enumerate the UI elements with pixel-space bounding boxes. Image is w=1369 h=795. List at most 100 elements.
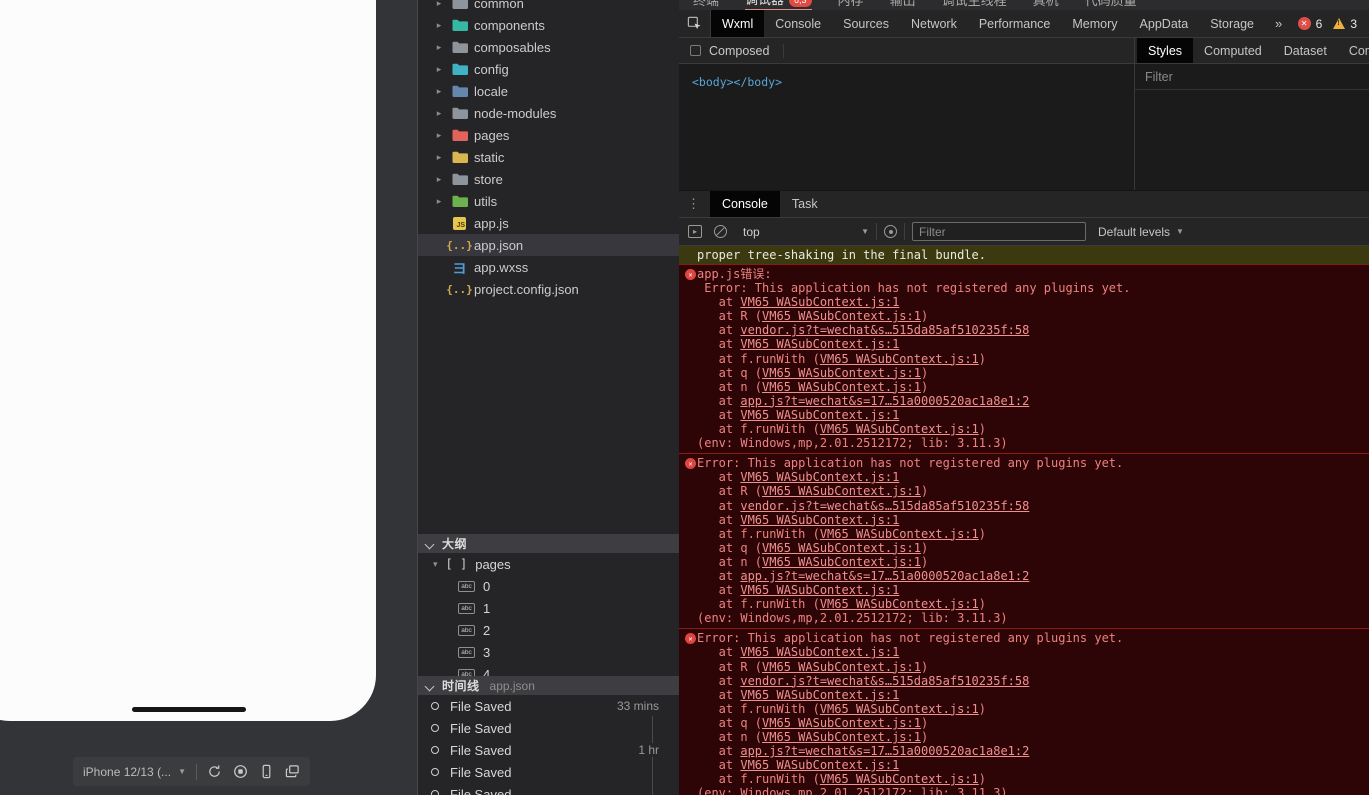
tab-appdata[interactable]: AppData [1129,10,1200,37]
file-tree-item-composables[interactable]: ▸ composables [418,36,679,58]
outline-item-pages[interactable]: ▾ [ ] pages [418,553,679,575]
tab-console[interactable]: Console [764,10,832,37]
stack-trace-link[interactable]: VM65 WASubContext.js:1 [762,555,921,569]
file-tree-item-components[interactable]: ▸ components [418,14,679,36]
stack-trace-link[interactable]: VM65 WASubContext.js:1 [740,295,899,309]
debugger-top-tab[interactable]: 代码质量 [1085,0,1137,10]
stack-trace-link[interactable]: VM65 WASubContext.js:1 [740,645,899,659]
outline-item-3[interactable]: abc 3 [418,641,679,663]
stack-trace-link[interactable]: VM65 WASubContext.js:1 [740,688,899,702]
stack-trace-link[interactable]: VM65 WASubContext.js:1 [762,716,921,730]
body-element-node[interactable]: <body></body> [692,75,782,89]
device-selector[interactable]: iPhone 12/13 (... ▼ [83,765,186,779]
timeline-entry[interactable]: File Saved [418,717,679,739]
timeline-section-header[interactable]: 时间线 app.json [418,676,679,695]
phone-icon[interactable] [258,764,274,780]
multi-window-icon[interactable] [284,764,300,780]
stack-trace-link[interactable]: vendor.js?t=wechat&s…515da85af510235f:58 [740,499,1029,513]
stack-trace-link[interactable]: VM65 WASubContext.js:1 [762,309,921,323]
stack-trace-line: at VM65 WASubContext.js:1 [697,688,1361,702]
styles-filter-input[interactable]: Filter [1135,64,1369,90]
file-tree-item-locale[interactable]: ▸ locale [418,80,679,102]
stack-trace-link[interactable]: VM65 WASubContext.js:1 [740,758,899,772]
timeline-entry[interactable]: File Saved 33 mins [418,695,679,717]
stack-trace-link[interactable]: VM65 WASubContext.js:1 [820,597,979,611]
stack-trace-link[interactable]: VM65 WASubContext.js:1 [740,513,899,527]
stack-trace-link[interactable]: VM65 WASubContext.js:1 [820,422,979,436]
tab-memory[interactable]: Memory [1061,10,1128,37]
debugger-top-tab[interactable]: 终端 [693,0,719,10]
stack-trace-link[interactable]: VM65 WASubContext.js:1 [820,702,979,716]
stack-trace-link[interactable]: app.js?t=wechat&s=17…51a0000520ac1a8e1:2 [740,394,1029,408]
debugger-top-tab[interactable]: 调试器6,3 [745,0,812,10]
timeline-entry[interactable]: File Saved 1 hr [418,739,679,761]
tab-performance[interactable]: Performance [968,10,1062,37]
debugger-top-tab[interactable]: 调试主线程 [942,0,1007,10]
file-tree-item-project.config.json[interactable]: {..} project.config.json [418,278,679,300]
console-filter-input[interactable] [912,222,1086,241]
stack-trace-link[interactable]: VM65 WASubContext.js:1 [740,408,899,422]
console-tab-task[interactable]: Task [780,191,830,217]
stack-trace-link[interactable]: VM65 WASubContext.js:1 [820,352,979,366]
file-tree-item-common[interactable]: ▸ common [418,0,679,14]
file-tree-item-pages[interactable]: ▸ pages [418,124,679,146]
tab-wxml[interactable]: Wxml [711,10,765,37]
debugger-top-tab[interactable]: 真机 [1033,0,1059,10]
stack-trace-link[interactable]: vendor.js?t=wechat&s…515da85af510235f:58 [740,323,1029,337]
styles-tab-dataset[interactable]: Dataset [1273,38,1338,63]
debugger-top-tab[interactable]: 输出 [890,0,916,10]
tab-sources[interactable]: Sources [832,10,900,37]
inspect-element-icon[interactable] [679,10,711,37]
stack-trace-link[interactable]: VM65 WASubContext.js:1 [740,583,899,597]
styles-tab-component[interactable]: Component [1338,38,1369,63]
stack-trace-link[interactable]: VM65 WASubContext.js:1 [762,484,921,498]
composed-checkbox[interactable] [690,45,701,56]
file-tree-item-app.wxss[interactable]: ヨ app.wxss [418,256,679,278]
tab-storage[interactable]: Storage [1199,10,1265,37]
warning-badge-icon[interactable]: ! [1333,18,1346,29]
outline-item-1[interactable]: abc 1 [418,597,679,619]
tab-network[interactable]: Network [900,10,968,37]
error-badge-icon[interactable]: ✕ [1297,17,1311,30]
timeline-entry[interactable]: File Saved [418,761,679,783]
more-tabs-icon[interactable]: » [1265,10,1292,37]
file-tree-item-app.json[interactable]: {..} app.json [418,234,679,256]
outline-section-header[interactable]: 大纲 [418,534,679,553]
record-stop-icon[interactable] [233,764,249,780]
file-tree-item-store[interactable]: ▸ store [418,168,679,190]
outline-item-2[interactable]: abc 2 [418,619,679,641]
outline-item-0[interactable]: abc 0 [418,575,679,597]
stack-trace-link[interactable]: VM65 WASubContext.js:1 [762,730,921,744]
stack-post: ) [978,351,987,366]
file-tree-item-node-modules[interactable]: ▸ node-modules [418,102,679,124]
execution-context-selector[interactable]: top ▼ [743,225,869,239]
timeline-entry[interactable]: File Saved [418,783,679,795]
file-tree-item-app.js[interactable]: JS app.js [418,212,679,234]
log-levels-selector[interactable]: Default levels ▼ [1098,225,1184,239]
file-tree-item-static[interactable]: ▸ static [418,146,679,168]
styles-tab-computed[interactable]: Computed [1193,38,1273,63]
styles-tab-styles[interactable]: Styles [1137,38,1194,63]
stack-trace-link[interactable]: VM65 WASubContext.js:1 [820,772,979,786]
stack-trace-link[interactable]: VM65 WASubContext.js:1 [762,660,921,674]
stack-pre: at f.runWith ( [697,351,820,366]
stack-trace-link[interactable]: VM65 WASubContext.js:1 [740,337,899,351]
outline-item-4[interactable]: abc 4 [418,663,679,676]
stack-trace-link[interactable]: app.js?t=wechat&s=17…51a0000520ac1a8e1:2 [740,569,1029,583]
stack-trace-link[interactable]: app.js?t=wechat&s=17…51a0000520ac1a8e1:2 [740,744,1029,758]
stack-trace-link[interactable]: VM65 WASubContext.js:1 [820,527,979,541]
clear-console-icon[interactable] [714,225,727,238]
rotate-icon[interactable] [207,764,223,780]
console-sidebar-toggle-icon[interactable] [688,225,702,238]
stack-trace-link[interactable]: vendor.js?t=wechat&s…515da85af510235f:58 [740,674,1029,688]
stack-trace-link[interactable]: VM65 WASubContext.js:1 [762,380,921,394]
console-tab-console[interactable]: Console [710,191,780,217]
live-expression-eye-icon[interactable] [884,225,897,238]
kebab-menu-icon[interactable]: ⋮ [679,196,706,212]
stack-trace-link[interactable]: VM65 WASubContext.js:1 [762,541,921,555]
stack-trace-link[interactable]: VM65 WASubContext.js:1 [762,366,921,380]
debugger-top-tab[interactable]: 内存 [838,0,864,10]
file-tree-item-utils[interactable]: ▸ utils [418,190,679,212]
stack-trace-link[interactable]: VM65 WASubContext.js:1 [740,470,899,484]
file-tree-item-config[interactable]: ▸ config [418,58,679,80]
